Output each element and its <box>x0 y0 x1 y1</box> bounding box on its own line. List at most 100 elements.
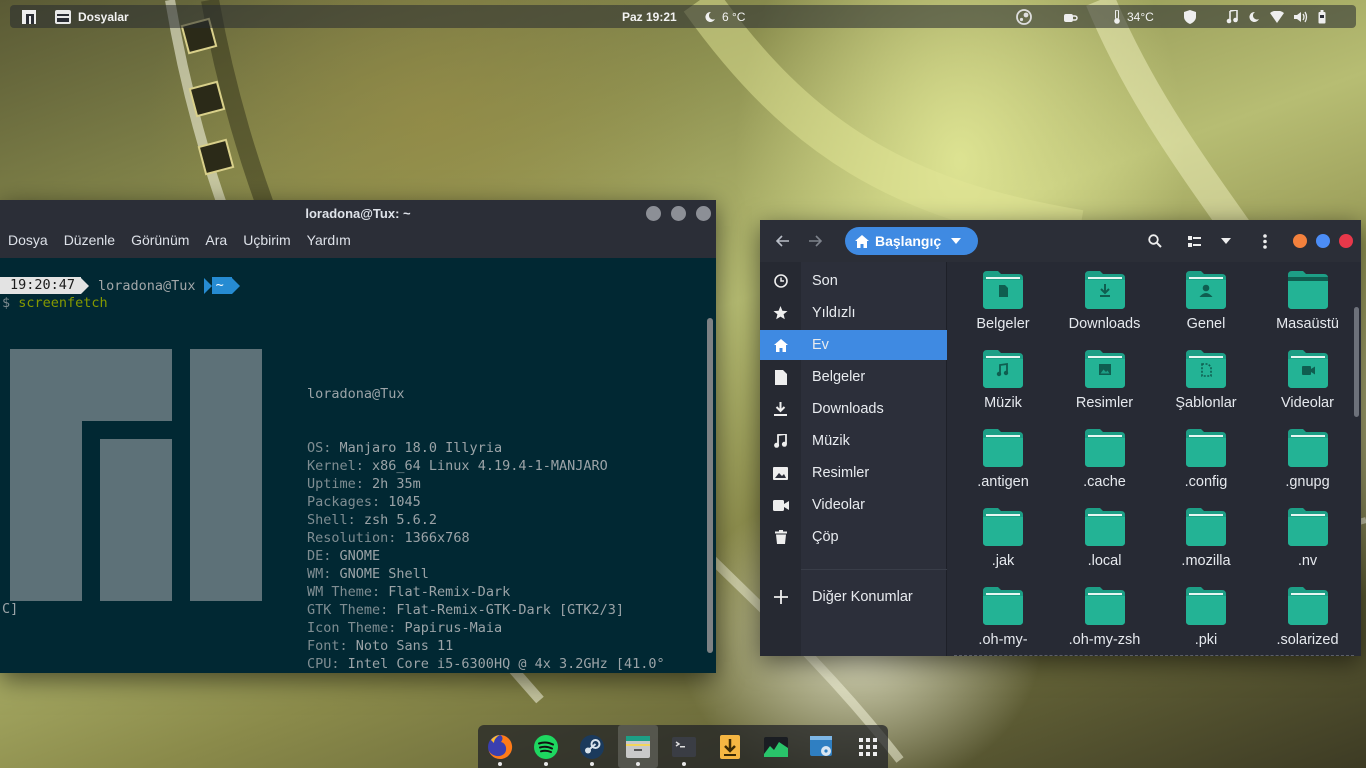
weather-temp: 6 °C <box>722 9 746 24</box>
folder-icon <box>983 350 1023 388</box>
sf-info-line: CPU: Intel Core i5-6300HQ @ 4x 3.2GHz [4… <box>307 655 665 673</box>
dock-system-monitor-button[interactable] <box>756 725 796 768</box>
sidebar-item-videolar[interactable]: Videolar <box>760 490 947 520</box>
files-icon-view[interactable]: Belgeler Downloads Genel Masaüstü Müzik Resim… <box>948 262 1361 656</box>
folder-item[interactable]: Downloads <box>1054 261 1156 340</box>
terminal-window[interactable]: loradona@Tux: ~ Dosya Düzenle Görünüm Ar… <box>0 200 716 673</box>
folder-item[interactable]: Masaüstü <box>1257 261 1359 340</box>
maximize-button[interactable] <box>671 206 686 221</box>
files-window[interactable]: Başlangıç Son Yıldızlı Ev Belgeler Downloads… <box>760 220 1361 656</box>
minimize-button[interactable] <box>646 206 661 221</box>
folder-item[interactable]: .gnupg <box>1257 419 1359 498</box>
caffeine-indicator[interactable] <box>1062 5 1078 28</box>
clock[interactable]: Paz 19:21 <box>622 5 677 28</box>
dock-steam-button[interactable] <box>572 725 612 768</box>
dock-show-apps-button[interactable] <box>848 725 888 768</box>
sidebar-item-son[interactable]: Son <box>760 266 947 296</box>
folder-item[interactable]: .oh-my-zsh <box>1054 577 1156 656</box>
app-menu[interactable]: Dosyalar <box>55 5 129 28</box>
close-button[interactable] <box>696 206 711 221</box>
steam-tray[interactable] <box>1016 5 1032 28</box>
folder-item[interactable]: Belgeler <box>952 261 1054 340</box>
view-mode-button[interactable] <box>1179 220 1209 262</box>
sf-info-line: Icon Theme: Papirus-Maia <box>307 619 665 637</box>
folder-item[interactable]: Şablonlar <box>1155 340 1257 419</box>
dock-downloader-button[interactable] <box>710 725 750 768</box>
folder-item[interactable]: .config <box>1155 419 1257 498</box>
menu-button[interactable] <box>1250 220 1280 262</box>
sidebar-item-ev[interactable]: Ev <box>760 330 947 360</box>
running-indicator <box>636 762 640 766</box>
folder-item[interactable]: .mozilla <box>1155 498 1257 577</box>
chevron-down-icon <box>951 238 962 244</box>
menu-gorunum[interactable]: Görünüm <box>131 232 189 248</box>
search-button[interactable] <box>1140 220 1170 262</box>
folder-item[interactable]: .oh-my- <box>952 577 1054 656</box>
folder-icon <box>1186 587 1226 625</box>
folder-item[interactable]: Genel <box>1155 261 1257 340</box>
folder-icon <box>983 508 1023 546</box>
menu-duzenle[interactable]: Düzenle <box>64 232 115 248</box>
terminal-output[interactable]: 19:20:47 loradona@Tux ~ $ screenfetch lo… <box>0 258 716 673</box>
weather-indicator[interactable]: 6 °C <box>704 5 745 28</box>
files-headerbar[interactable]: Başlangıç <box>760 220 1361 262</box>
plus-icon <box>760 590 801 604</box>
dock-terminal-button[interactable] <box>664 725 704 768</box>
dock-files-button[interactable] <box>618 725 658 768</box>
dock-spotify-button[interactable] <box>526 725 566 768</box>
sf-value: 1366x768 <box>404 530 470 546</box>
volume-icon <box>1294 11 1308 22</box>
location-button[interactable]: Başlangıç <box>845 227 978 255</box>
sidebar-item-yıldızlı[interactable]: Yıldızlı <box>760 298 947 328</box>
sidebar-item-çöp[interactable]: Çöp <box>760 522 947 552</box>
files-scrollbar[interactable] <box>1354 307 1359 417</box>
folder-item[interactable]: .solarized <box>1257 577 1359 656</box>
home-icon <box>760 330 801 360</box>
view-options-button[interactable] <box>1211 220 1241 262</box>
dock-disk-button[interactable] <box>802 725 842 768</box>
folder-item[interactable]: .nv <box>1257 498 1359 577</box>
folder-icon <box>983 271 1023 309</box>
folder-item[interactable]: Resimler <box>1054 340 1156 419</box>
terminal-titlebar[interactable]: loradona@Tux: ~ Dosya Düzenle Görünüm Ar… <box>0 200 716 258</box>
maximize-button[interactable] <box>1316 234 1330 248</box>
sidebar-item-belgeler[interactable]: Belgeler <box>760 362 947 392</box>
search-icon <box>1148 234 1162 248</box>
folder-label: .pki <box>1194 632 1218 648</box>
sidebar-item-resimler[interactable]: Resimler <box>760 458 947 488</box>
folder-label: Şablonlar <box>1175 395 1237 411</box>
prompt-user: loradona@Tux <box>98 277 196 294</box>
sidebar-item-downloads[interactable]: Downloads <box>760 394 947 424</box>
minimize-button[interactable] <box>1293 234 1307 248</box>
system-indicators[interactable] <box>1226 5 1326 28</box>
folder-item[interactable]: .cache <box>1054 419 1156 498</box>
menu-ucbirim[interactable]: Uçbirim <box>243 232 290 248</box>
cpu-temp-indicator[interactable]: 34°C <box>1113 5 1154 28</box>
folder-item[interactable]: .local <box>1054 498 1156 577</box>
menu-dosya[interactable]: Dosya <box>8 232 48 248</box>
folder-item[interactable]: .antigen <box>952 419 1054 498</box>
activities-button[interactable] <box>22 5 36 28</box>
folder-item[interactable]: .jak <box>952 498 1054 577</box>
terminal-scrollbar[interactable] <box>707 318 713 653</box>
sidebar-item-diğer-konumlar[interactable]: Diğer Konumlar <box>760 582 947 612</box>
sf-value: 1045 <box>388 494 421 510</box>
folder-icon <box>1287 350 1328 388</box>
folder-item[interactable]: .pki <box>1155 577 1257 656</box>
close-button[interactable] <box>1339 234 1353 248</box>
list-view-icon <box>1187 235 1201 247</box>
dock-firefox-button[interactable] <box>480 725 520 768</box>
menu-yardim[interactable]: Yardım <box>307 232 351 248</box>
sf-info-line: WM: GNOME Shell <box>307 565 665 583</box>
forward-button[interactable] <box>799 220 831 262</box>
back-button[interactable] <box>767 220 799 262</box>
sidebar-item-müzik[interactable]: Müzik <box>760 426 947 456</box>
sidebar-item-label: Videolar <box>812 497 865 513</box>
wrapped-line-tail: C] <box>2 601 19 617</box>
menu-ara[interactable]: Ara <box>205 232 227 248</box>
folder-item[interactable]: Müzik <box>952 340 1054 419</box>
folder-item[interactable]: Videolar <box>1257 340 1359 419</box>
running-indicator <box>498 762 502 766</box>
vpn-indicator[interactable] <box>1184 5 1196 28</box>
folder-label: .config <box>1184 474 1228 490</box>
